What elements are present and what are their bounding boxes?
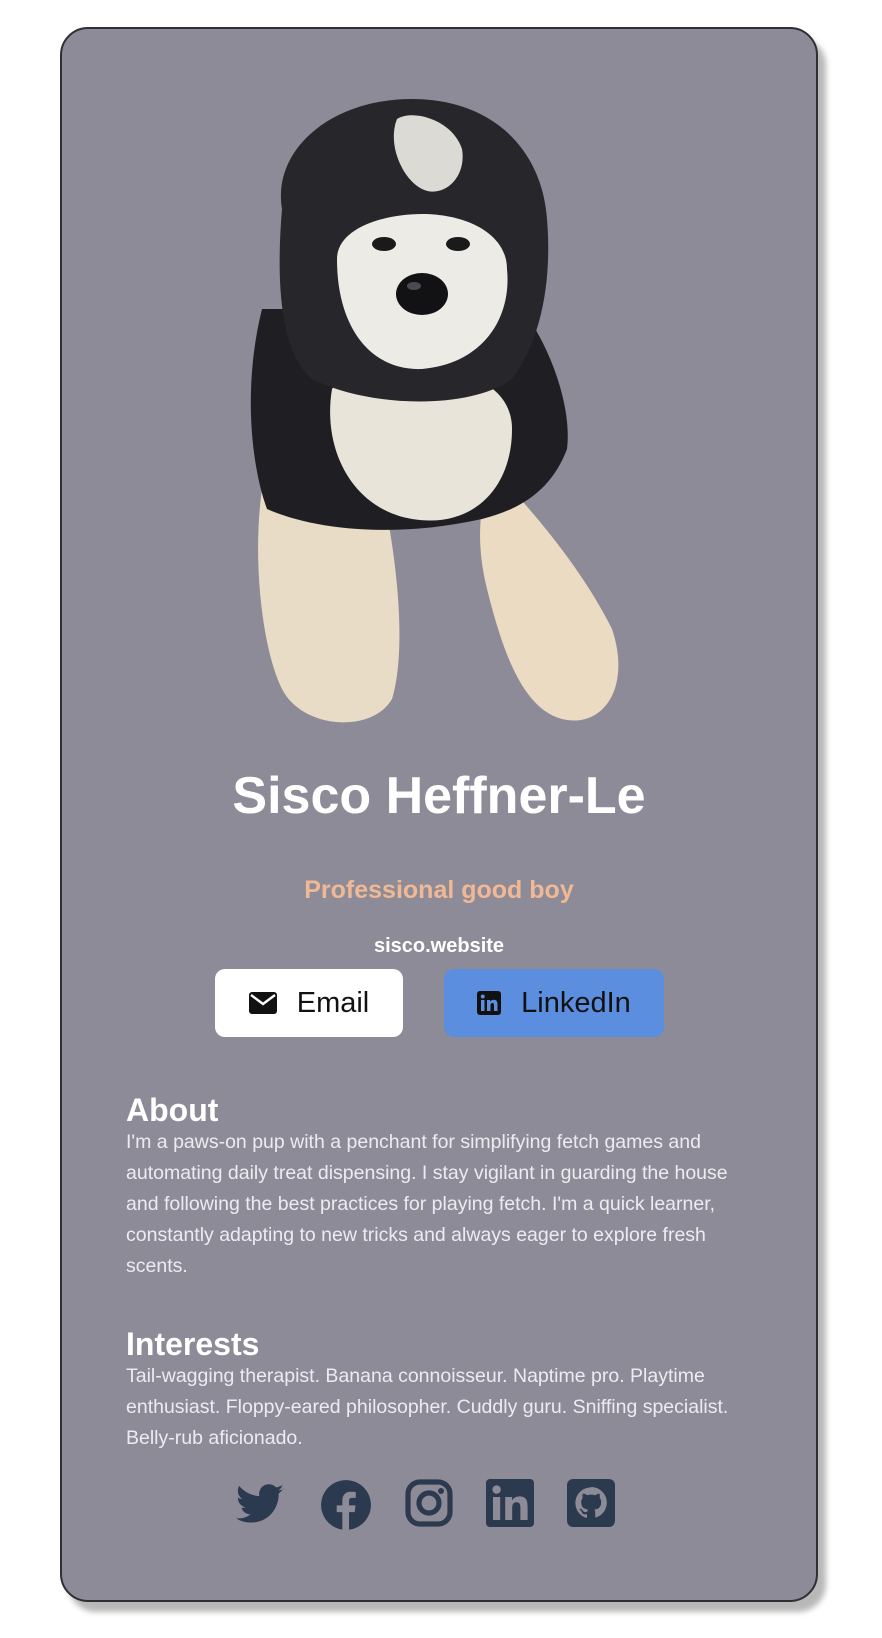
interests-heading: Interests	[126, 1326, 260, 1362]
dog-right-eye	[446, 237, 470, 251]
github-icon	[567, 1479, 615, 1527]
linkedin-icon	[477, 991, 502, 1015]
about-heading: About	[126, 1092, 219, 1128]
twitter-icon	[235, 1484, 284, 1523]
profile-website-link[interactable]: sisco.website	[62, 934, 816, 958]
facebook-icon	[321, 1480, 371, 1531]
github-link[interactable]	[567, 1479, 623, 1535]
email-button[interactable]: Email	[215, 969, 403, 1037]
interests-text: Tail-wagging therapist. Banana connoisse…	[126, 1365, 729, 1449]
profile-card: Sisco Heffner-Le Professional good boy s…	[60, 27, 818, 1602]
instagram-link[interactable]	[405, 1479, 461, 1535]
dog-left-eye	[372, 237, 396, 251]
envelope-icon	[248, 992, 277, 1014]
social-links	[62, 1479, 816, 1535]
profile-name: Sisco Heffner-Le	[232, 767, 646, 825]
profile-photo	[250, 99, 619, 723]
linkedin-button-label: LinkedIn	[521, 986, 631, 1019]
linkedin-button[interactable]: LinkedIn	[444, 969, 664, 1037]
facebook-link[interactable]	[320, 1479, 376, 1535]
linkedin-social-link[interactable]	[486, 1479, 542, 1535]
linkedin-icon	[486, 1479, 534, 1527]
about-text: I'm a paws-on pup with a penchant for si…	[126, 1131, 728, 1277]
email-button-label: Email	[296, 986, 370, 1019]
instagram-icon	[405, 1479, 453, 1527]
dog-nose	[396, 273, 448, 315]
profile-tagline: Professional good boy	[304, 876, 574, 904]
twitter-link[interactable]	[234, 1479, 290, 1535]
